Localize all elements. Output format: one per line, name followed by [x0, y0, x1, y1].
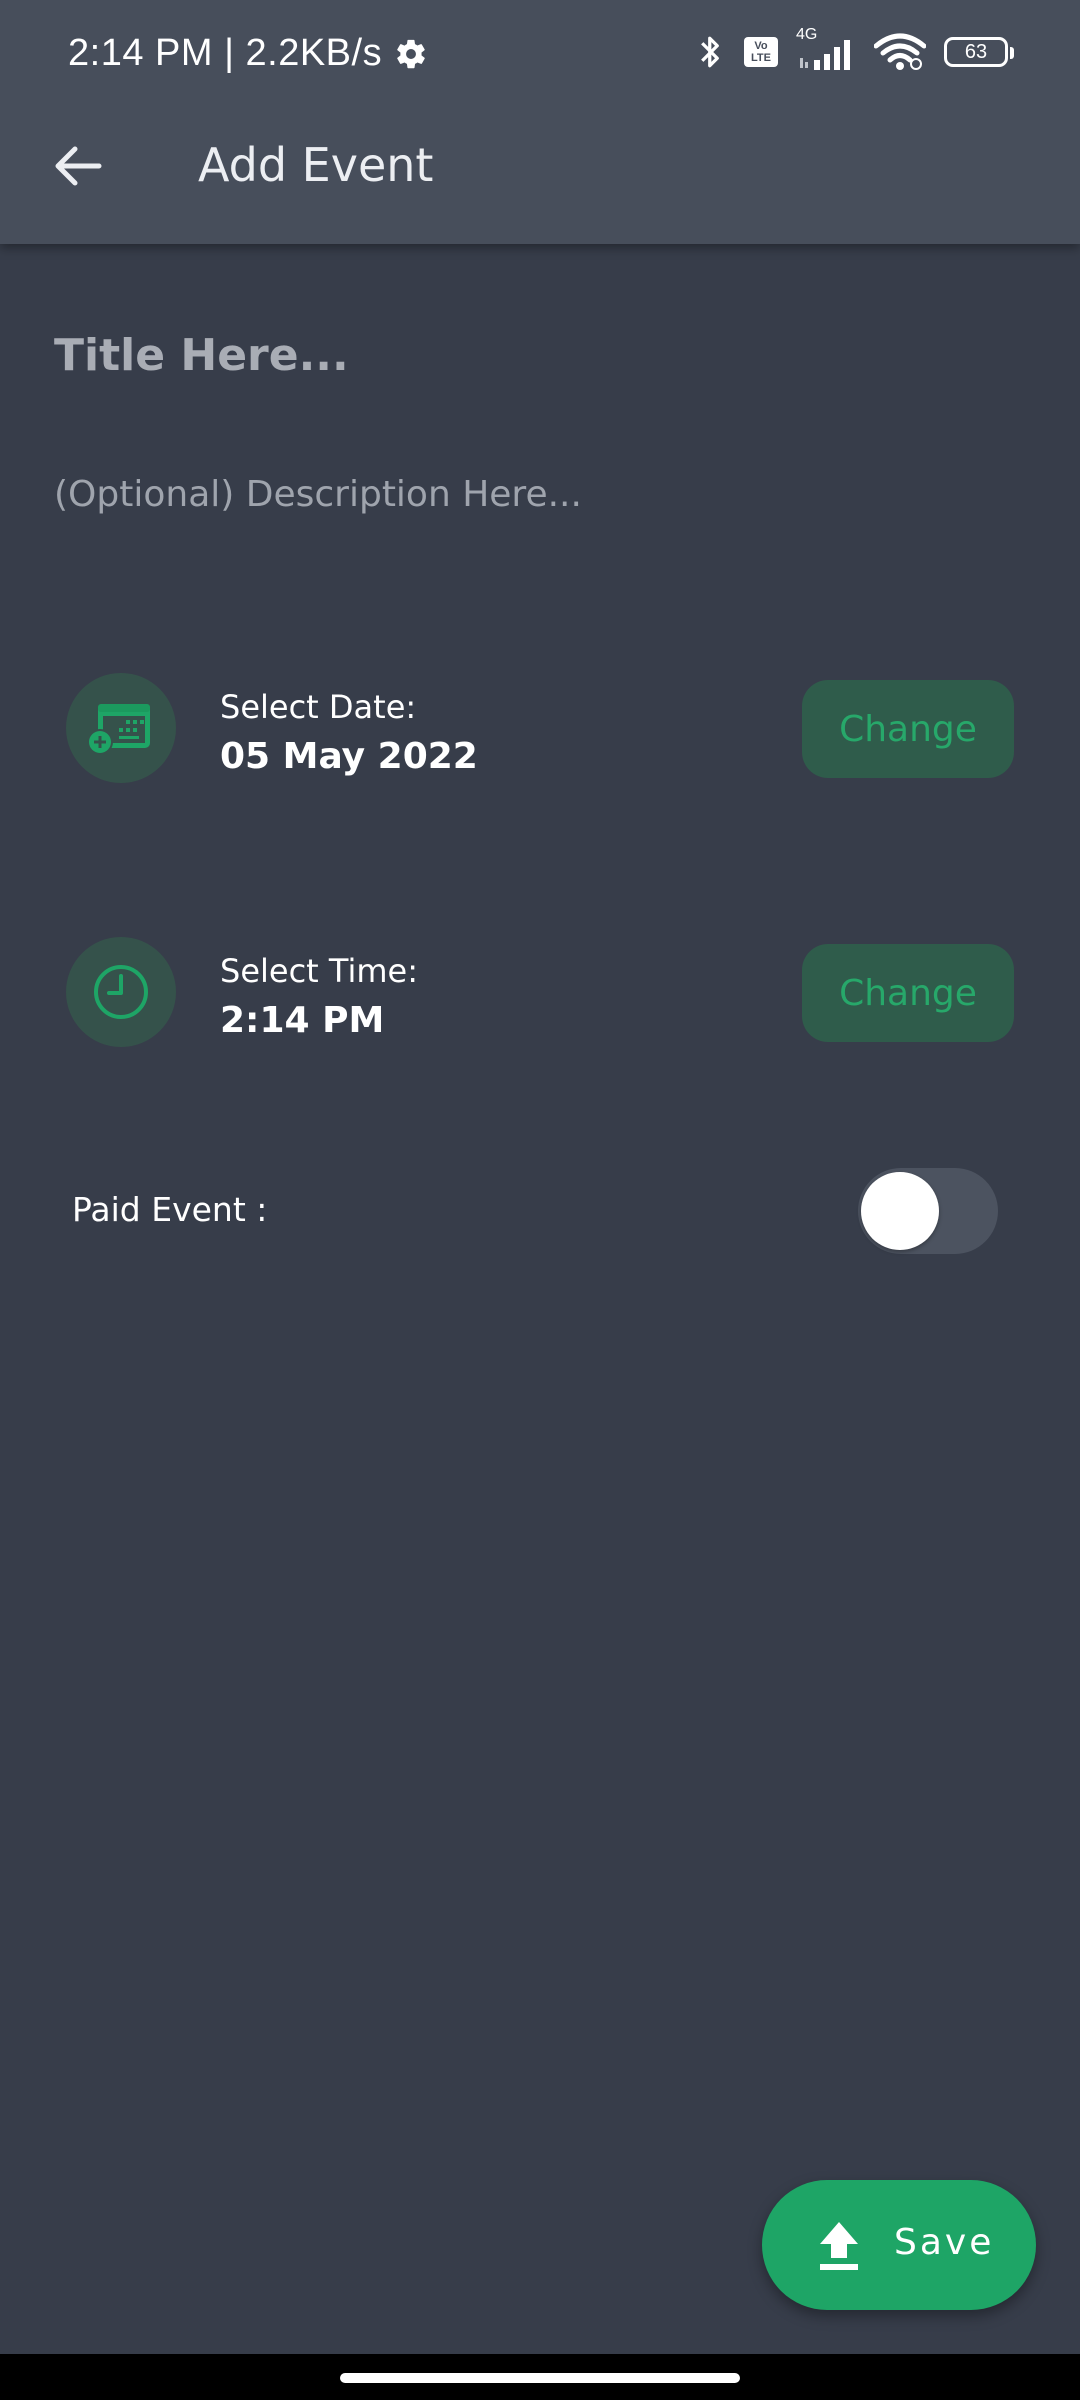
home-indicator[interactable]: [340, 2373, 740, 2383]
signal-bars-icon: [800, 40, 850, 70]
top-bar: 2:14 PM | 2.2KB/s Vo LTE 4G 63 Add Event: [0, 0, 1080, 244]
battery-indicator: 63: [944, 37, 1014, 67]
time-label: Select Time:: [220, 952, 418, 990]
date-value: 05 May 2022: [220, 736, 478, 777]
gear-icon: [397, 39, 425, 68]
time-value: 2:14 PM: [220, 1000, 385, 1041]
clock-icon: [94, 965, 148, 1019]
time-row: Select Time: 2:14 PM Change: [0, 934, 1080, 1054]
add-event-screen: 2:14 PM | 2.2KB/s Vo LTE 4G 63 Add Event…: [0, 0, 1080, 2400]
status-bar-left: 2:14 PM | 2.2KB/s: [68, 32, 428, 75]
save-button[interactable]: Save: [762, 2180, 1036, 2310]
volte-badge: Vo LTE: [744, 37, 778, 67]
date-label: Select Date:: [220, 688, 417, 726]
cellular-signal: 4G: [796, 26, 856, 72]
paid-event-label: Paid Event :: [72, 1190, 268, 1229]
change-time-button[interactable]: Change: [802, 944, 1014, 1042]
arrow-left-icon: [55, 146, 102, 186]
bluetooth-icon: [701, 36, 719, 68]
change-date-button[interactable]: Change: [802, 680, 1014, 778]
toggle-thumb: [861, 1172, 939, 1250]
date-row: Select Date: 05 May 2022 Change: [0, 670, 1080, 790]
date-icon-container: [66, 673, 176, 783]
time-icon-container: [66, 937, 176, 1047]
wifi-icon: [874, 33, 926, 70]
save-label: Save: [894, 2222, 995, 2263]
title-input[interactable]: [54, 330, 1014, 381]
upload-icon: [820, 2222, 858, 2270]
status-bar-right: Vo LTE 4G 63: [696, 26, 1014, 72]
page-title: Add Event: [198, 138, 434, 192]
status-time-speed: 2:14 PM | 2.2KB/s: [68, 32, 383, 74]
paid-event-toggle[interactable]: [858, 1168, 998, 1254]
calendar-add-icon: [87, 704, 150, 755]
description-input[interactable]: [54, 474, 1014, 515]
back-button[interactable]: [40, 128, 116, 204]
